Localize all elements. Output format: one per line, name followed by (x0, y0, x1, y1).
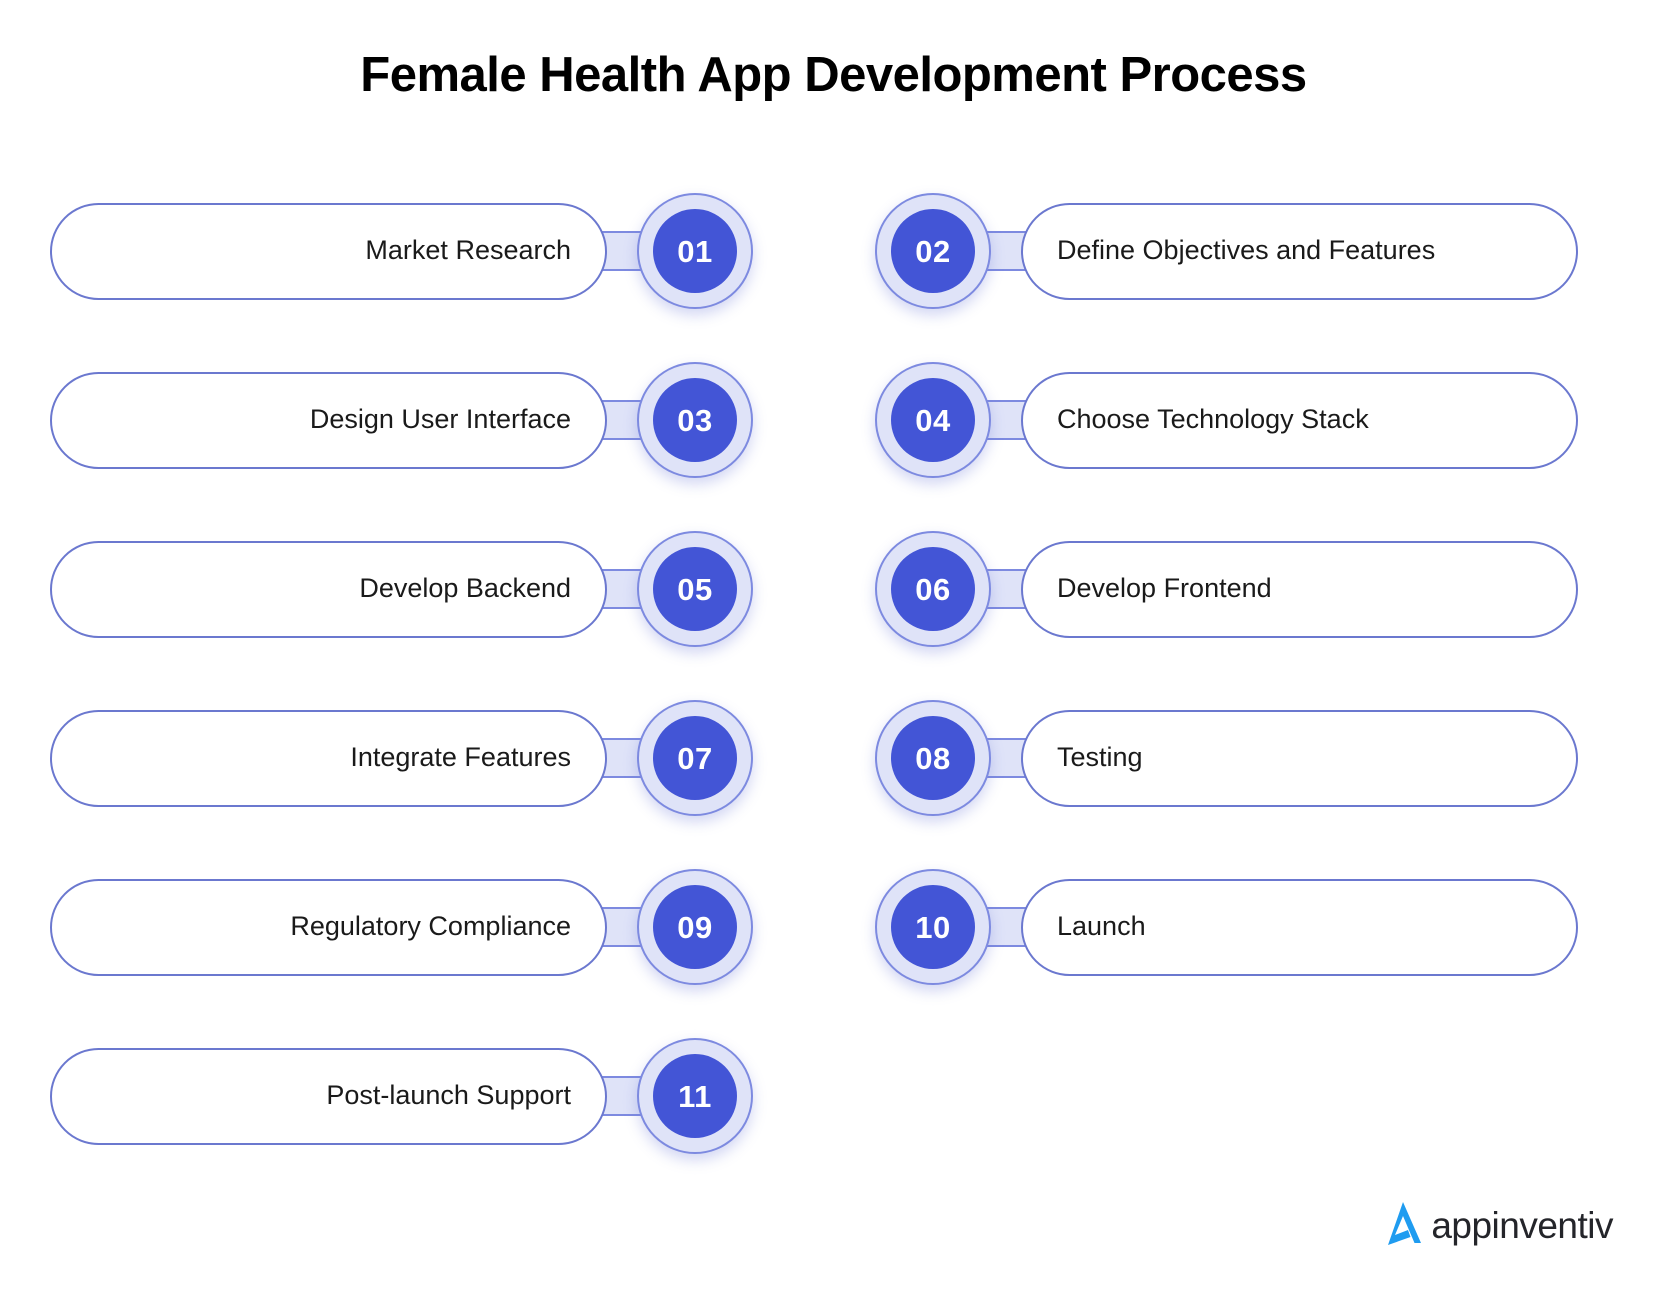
step-pill[interactable]: Testing (1021, 709, 1578, 807)
step-pill[interactable]: Post-launch Support (50, 1047, 607, 1145)
step-label: Choose Technology Stack (1057, 404, 1369, 435)
process-step-item[interactable]: Develop Backend 05 (50, 531, 753, 647)
process-step-item[interactable]: 08 Testing (875, 700, 1578, 816)
step-number: 11 (678, 1078, 712, 1114)
step-label: Develop Frontend (1057, 573, 1272, 604)
step-pill[interactable]: Integrate Features (50, 709, 607, 807)
step-pill[interactable]: Define Objectives and Features (1021, 202, 1578, 300)
step-number: 04 (915, 402, 951, 438)
step-number: 08 (915, 740, 951, 776)
step-badge[interactable]: 08 (875, 700, 991, 816)
step-badge[interactable]: 09 (637, 869, 753, 985)
process-step-row: Post-launch Support 11 (0, 1038, 1667, 1154)
infographic-canvas: Female Health App Development Process Ma… (0, 0, 1667, 1292)
step-pill[interactable]: Launch (1021, 878, 1578, 976)
step-number: 07 (677, 740, 713, 776)
step-label: Define Objectives and Features (1057, 235, 1436, 266)
step-number: 01 (677, 233, 713, 269)
process-step-row: Design User Interface 03 04 Choose Technolo… (0, 362, 1667, 478)
step-label: Develop Backend (359, 573, 571, 604)
step-badge[interactable]: 06 (875, 531, 991, 647)
step-badge-disc: 09 (653, 885, 737, 969)
step-pill[interactable]: Design User Interface (50, 371, 607, 469)
step-badge-disc: 03 (653, 378, 737, 462)
step-badge-disc: 05 (653, 547, 737, 631)
step-pill[interactable]: Choose Technology Stack (1021, 371, 1578, 469)
process-step-item[interactable]: 02 Define Objectives and Features (875, 193, 1578, 309)
step-badge[interactable]: 11 (637, 1038, 753, 1154)
step-badge[interactable]: 04 (875, 362, 991, 478)
step-badge[interactable]: 10 (875, 869, 991, 985)
step-badge[interactable]: 01 (637, 193, 753, 309)
process-step-row: Integrate Features 07 08 Testing (0, 700, 1667, 816)
step-badge-disc: 01 (653, 209, 737, 293)
step-pill[interactable]: Regulatory Compliance (50, 878, 607, 976)
process-step-item[interactable]: Integrate Features 07 (50, 700, 753, 816)
step-badge[interactable]: 02 (875, 193, 991, 309)
step-badge-disc: 08 (891, 716, 975, 800)
step-badge-disc: 06 (891, 547, 975, 631)
step-badge[interactable]: 05 (637, 531, 753, 647)
step-number: 09 (677, 909, 713, 945)
step-badge-disc: 07 (653, 716, 737, 800)
step-number: 10 (915, 909, 951, 945)
step-label: Design User Interface (309, 404, 571, 435)
process-steps-list: Market Research 01 02 Define Objectives and… (0, 193, 1667, 1207)
step-number: 05 (677, 571, 713, 607)
step-badge-disc: 10 (891, 885, 975, 969)
step-label: Market Research (365, 235, 571, 266)
process-step-row: Develop Backend 05 06 Develop Frontend (0, 531, 1667, 647)
appinventiv-logo-text: appinventiv (1431, 1205, 1613, 1246)
appinventiv-arrow-mark-icon (1377, 1197, 1429, 1254)
appinventiv-logo: appinventiv (1377, 1197, 1613, 1254)
step-number: 06 (915, 571, 951, 607)
process-step-item[interactable]: Design User Interface 03 (50, 362, 753, 478)
step-badge[interactable]: 07 (637, 700, 753, 816)
step-label: Regulatory Compliance (290, 911, 571, 942)
step-number: 02 (915, 233, 951, 269)
process-step-item[interactable]: 06 Develop Frontend (875, 531, 1578, 647)
process-step-row: Market Research 01 02 Define Objectives and… (0, 193, 1667, 309)
step-pill[interactable]: Develop Backend (50, 540, 607, 638)
process-step-row: Regulatory Compliance 09 10 Launch (0, 869, 1667, 985)
step-label: Post-launch Support (326, 1080, 571, 1111)
step-label: Integrate Features (350, 742, 571, 773)
step-badge-disc: 02 (891, 209, 975, 293)
process-step-item[interactable]: 04 Choose Technology Stack (875, 362, 1578, 478)
step-badge-disc: 04 (891, 378, 975, 462)
step-pill[interactable]: Develop Frontend (1021, 540, 1578, 638)
step-number: 03 (677, 402, 713, 438)
process-step-item[interactable]: Market Research 01 (50, 193, 753, 309)
step-label: Testing (1057, 742, 1143, 773)
step-badge-disc: 11 (653, 1054, 737, 1138)
step-badge[interactable]: 03 (637, 362, 753, 478)
process-step-item[interactable]: Post-launch Support 11 (50, 1038, 753, 1154)
process-step-item[interactable]: 10 Launch (875, 869, 1578, 985)
step-pill[interactable]: Market Research (50, 202, 607, 300)
process-step-item[interactable]: Regulatory Compliance 09 (50, 869, 753, 985)
page-title: Female Health App Development Process (360, 48, 1307, 102)
step-label: Launch (1057, 911, 1146, 942)
